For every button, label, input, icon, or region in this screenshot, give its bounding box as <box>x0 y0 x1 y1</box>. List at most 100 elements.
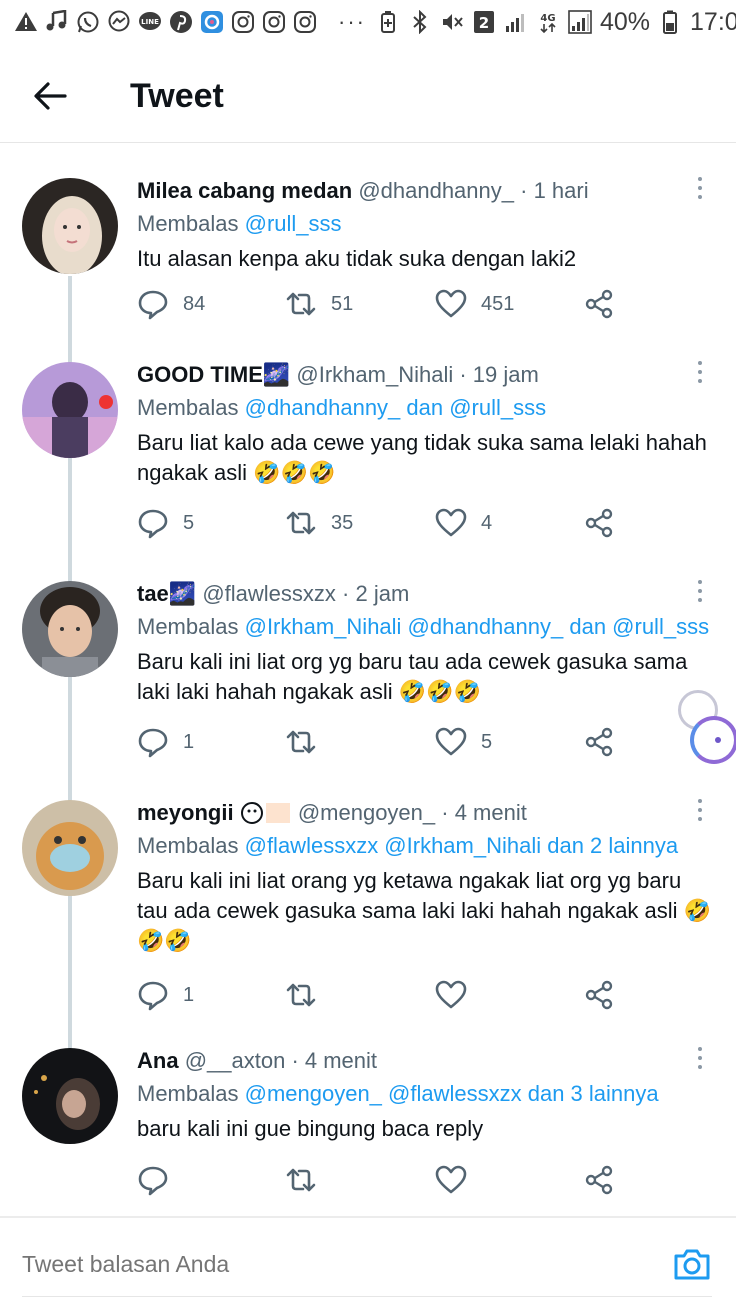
replying-to: Membalas @flawlessxzx @Irkham_Nihali dan… <box>137 832 717 860</box>
heart-icon <box>435 508 467 537</box>
avatar[interactable] <box>22 581 118 677</box>
replying-to-label: Membalas <box>137 211 239 236</box>
reply-icon <box>138 981 168 1011</box>
bluetooth-icon <box>408 10 432 34</box>
replying-to-label: Membalas <box>137 1081 239 1106</box>
reply-button[interactable]: 5 <box>137 507 194 539</box>
more-options-button[interactable] <box>690 352 710 392</box>
retweet-button[interactable] <box>285 1164 331 1196</box>
pinterest-icon <box>169 10 193 34</box>
mention-link[interactable]: @rull_sss <box>245 211 342 236</box>
timestamp[interactable]: · 19 jam <box>459 362 538 387</box>
share-button[interactable] <box>583 1164 615 1196</box>
share-button[interactable] <box>583 288 615 320</box>
clock: 17:08 <box>690 7 736 36</box>
avatar[interactable] <box>22 362 118 458</box>
signal-icon <box>504 10 528 34</box>
like-button[interactable] <box>435 979 481 1011</box>
replying-to: Membalas @Irkham_Nihali @dhandhanny_ dan… <box>137 613 717 641</box>
svg-text:4G: 4G <box>540 13 555 24</box>
line-icon: LINE <box>138 10 162 34</box>
reply-count: 1 <box>183 983 195 1006</box>
like-button[interactable]: 451 <box>435 288 514 320</box>
like-count: 451 <box>481 292 515 315</box>
display-name[interactable]: tae🌌 <box>137 581 196 606</box>
mention-link[interactable]: @dhandhanny_ dan @rull_sss <box>245 395 547 420</box>
instagram-icon <box>262 10 286 34</box>
avatar[interactable] <box>22 1048 118 1144</box>
avatar[interactable] <box>22 800 118 896</box>
more-options-button[interactable] <box>690 790 710 830</box>
mention-link[interactable]: @flawlessxzx @Irkham_Nihali dan 2 lainny… <box>245 833 679 858</box>
share-button[interactable] <box>583 507 615 539</box>
page-title: Tweet <box>130 76 224 115</box>
mention-link[interactable]: @Irkham_Nihali @dhandhanny_ dan @rull_ss… <box>245 614 709 639</box>
replying-to-label: Membalas <box>137 833 239 858</box>
display-name[interactable]: Milea cabang medan <box>137 178 352 203</box>
signal-icon <box>568 10 592 34</box>
tweet-text: Baru kali ini liat orang yg ketawa ngaka… <box>137 868 712 953</box>
tweet-meta: Milea cabang medan @dhandhanny_ · 1 hari <box>137 178 717 204</box>
mute-icon <box>440 10 464 34</box>
timestamp[interactable]: · 2 jam <box>342 581 409 606</box>
retweet-button[interactable] <box>285 979 331 1011</box>
share-button[interactable] <box>583 726 615 758</box>
timestamp[interactable]: · 1 hari <box>520 178 588 203</box>
share-icon <box>585 980 613 1010</box>
whatsapp-icon <box>76 10 100 34</box>
messenger-icon <box>107 10 131 34</box>
display-name[interactable]: Ana <box>137 1048 179 1073</box>
reply-count: 84 <box>183 292 206 315</box>
floating-assistant-button[interactable] <box>690 716 736 764</box>
more-options-button[interactable] <box>690 168 710 208</box>
handle[interactable]: @flawlessxzx <box>202 581 336 606</box>
share-icon <box>585 727 613 757</box>
reply-input[interactable] <box>22 1250 582 1278</box>
like-button[interactable]: 5 <box>435 726 492 758</box>
reply-button[interactable]: 84 <box>137 288 205 320</box>
like-button[interactable]: 4 <box>435 507 492 539</box>
retweet-icon <box>286 292 316 316</box>
tweet-body: Ana @__axton · 4 menit Membalas @mengoye… <box>137 1048 717 1144</box>
tweet-body: meyongii @mengoyen_ · 4 menit Membalas @… <box>137 800 717 956</box>
reply-button[interactable]: 1 <box>137 726 194 758</box>
more-options-button[interactable] <box>690 571 710 611</box>
timestamp[interactable]: · 4 menit <box>291 1048 377 1073</box>
back-button[interactable] <box>20 66 80 126</box>
reply-composer <box>0 1232 736 1296</box>
handle[interactable]: @__axton <box>185 1048 286 1073</box>
mention-link[interactable]: @mengoyen_ @flawlessxzx dan 3 lainnya <box>245 1081 659 1106</box>
tweet-text: baru kali ini gue bingung baca reply <box>137 1116 484 1141</box>
tweet-body: Milea cabang medan @dhandhanny_ · 1 hari… <box>137 178 717 274</box>
retweet-icon <box>286 1168 316 1192</box>
camera-button[interactable] <box>672 1244 712 1284</box>
timestamp[interactable]: · 4 menit <box>441 800 527 825</box>
avatar[interactable] <box>22 178 118 274</box>
svg-text:LINE: LINE <box>141 18 159 26</box>
replying-to-label: Membalas <box>137 614 239 639</box>
handle[interactable]: @Irkham_Nihali <box>296 362 453 387</box>
tweet-meta: tae🌌 @flawlessxzx · 2 jam <box>137 581 717 607</box>
top-app-bar: Tweet <box>0 56 736 136</box>
like-button[interactable] <box>435 1164 481 1196</box>
tweet-meta: GOOD TIME🌌 @Irkham_Nihali · 19 jam <box>137 362 717 388</box>
display-name[interactable]: GOOD TIME🌌 <box>137 362 290 387</box>
tweet-meta: meyongii @mengoyen_ · 4 menit <box>137 800 717 826</box>
reply-button[interactable] <box>137 1164 183 1196</box>
battery-icon <box>658 10 682 34</box>
handle[interactable]: @dhandhanny_ <box>358 178 514 203</box>
reply-button[interactable]: 1 <box>137 979 194 1011</box>
retweet-button[interactable] <box>285 726 331 758</box>
reply-icon <box>138 290 168 320</box>
reply-icon <box>138 728 168 758</box>
more-options-button[interactable] <box>690 1038 710 1078</box>
retweet-button[interactable]: 35 <box>285 507 353 539</box>
heart-icon <box>435 289 467 318</box>
retweet-button[interactable]: 51 <box>285 288 353 320</box>
tweet-actions <box>137 1164 637 1198</box>
display-name[interactable]: meyongii <box>137 800 234 825</box>
replying-to: Membalas @rull_sss <box>137 210 717 238</box>
handle[interactable]: @mengoyen_ <box>298 800 435 825</box>
share-button[interactable] <box>583 979 615 1011</box>
instagram-icon <box>293 10 317 34</box>
